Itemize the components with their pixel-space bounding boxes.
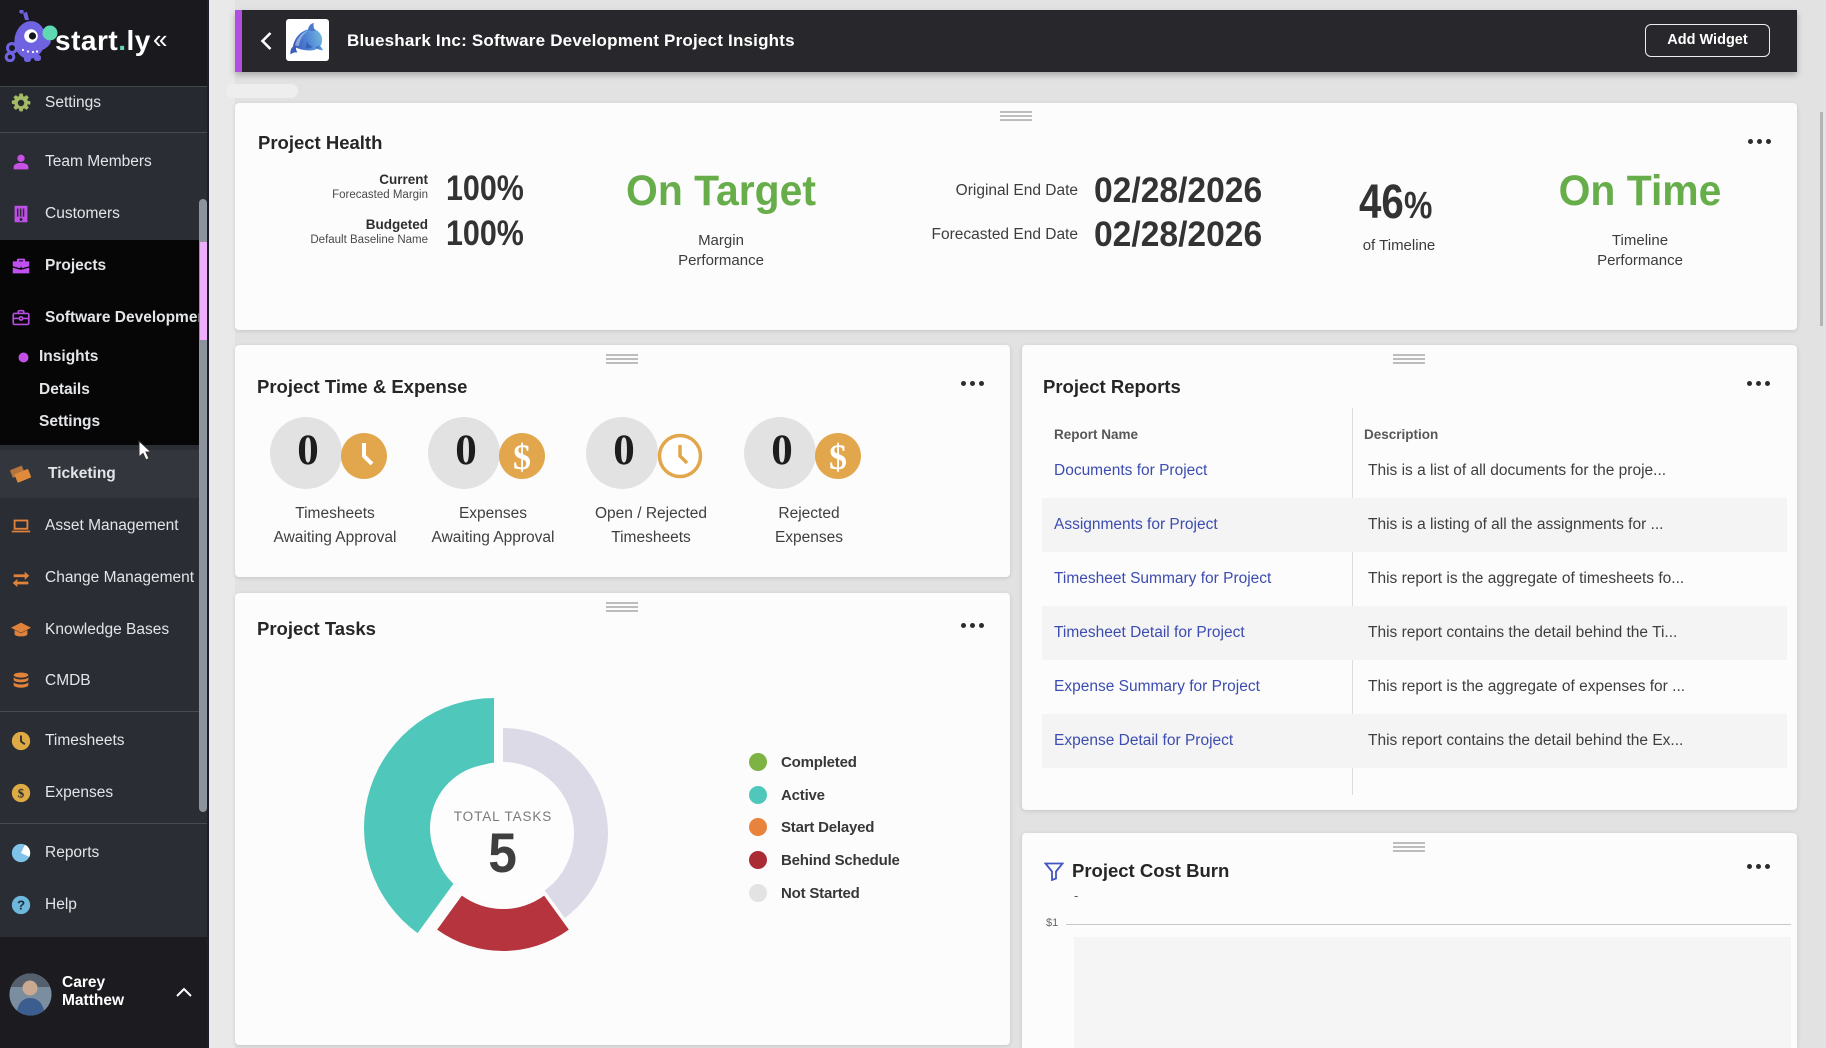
svg-text:?: ? — [17, 898, 25, 913]
svg-text:$: $ — [18, 787, 25, 801]
svg-text:$: $ — [513, 437, 531, 477]
svg-text:$: $ — [829, 437, 847, 477]
